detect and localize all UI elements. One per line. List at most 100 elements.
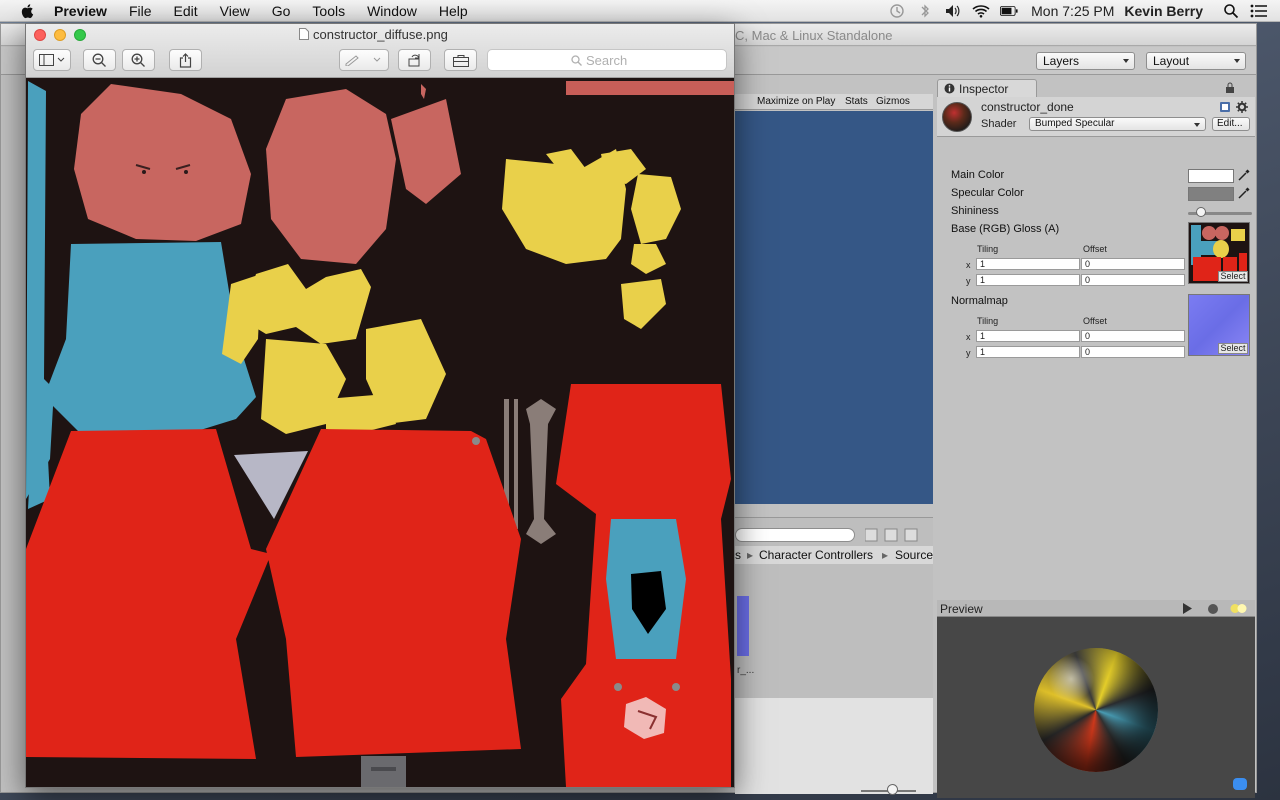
unity-window-title: C, Mac & Linux Standalone xyxy=(735,28,893,43)
material-preview-sphere[interactable] xyxy=(1034,648,1158,772)
maximize-on-play-toggle[interactable]: Maximize on Play xyxy=(757,96,835,107)
normal-offset-y-field[interactable]: 0 xyxy=(1081,346,1185,358)
game-view-canvas[interactable] xyxy=(735,111,933,504)
search-input[interactable]: Search xyxy=(487,49,727,71)
texture-image-view[interactable] xyxy=(26,79,734,787)
select-texture-button[interactable]: Select xyxy=(1218,271,1248,282)
zoom-window-button[interactable] xyxy=(74,29,86,41)
material-icon xyxy=(942,102,972,132)
light-toggle-icon[interactable] xyxy=(1230,603,1248,614)
main-color-swatch[interactable] xyxy=(1188,169,1234,183)
play-icon[interactable] xyxy=(1181,603,1193,614)
help-book-icon[interactable] xyxy=(1219,101,1231,113)
edit-shader-button[interactable]: Edit... xyxy=(1212,117,1250,131)
rotate-button[interactable] xyxy=(398,49,431,71)
breadcrumb-item[interactable]: Source xyxy=(895,548,933,562)
y-label: y xyxy=(966,276,971,286)
info-icon xyxy=(944,83,955,94)
inspector-panel: Inspector constructor_done Shader Bumped… xyxy=(937,79,1255,599)
normal-offset-x-field[interactable]: 0 xyxy=(1081,330,1185,342)
asset-thumbnail[interactable] xyxy=(737,596,749,656)
close-window-button[interactable] xyxy=(34,29,46,41)
toolbox-icon xyxy=(452,54,469,67)
tab-label: Inspector xyxy=(959,82,1009,96)
shininess-slider-knob[interactable] xyxy=(1195,207,1206,217)
menu-help[interactable]: Help xyxy=(428,3,479,19)
markup-button[interactable] xyxy=(339,49,389,71)
wifi-icon[interactable] xyxy=(972,3,990,19)
menu-clock[interactable]: Mon 7:25 PM xyxy=(1031,3,1114,19)
specular-color-swatch[interactable] xyxy=(1188,187,1234,201)
tiling-label: Tiling xyxy=(977,316,999,326)
search-icon xyxy=(571,55,582,66)
menu-window[interactable]: Window xyxy=(356,3,428,19)
gear-icon[interactable] xyxy=(1236,101,1248,113)
png-file-icon xyxy=(299,28,309,40)
layers-label: Layers xyxy=(1043,54,1080,68)
notification-center-icon[interactable] xyxy=(1250,3,1268,19)
bluetooth-icon[interactable] xyxy=(916,3,934,19)
menu-app-name[interactable]: Preview xyxy=(48,3,118,19)
thumbnail-size-slider-knob[interactable] xyxy=(887,784,898,795)
zoom-out-button[interactable] xyxy=(83,49,116,71)
inspector-header: constructor_done Shader Bumped Specular … xyxy=(937,97,1255,137)
spotlight-icon[interactable] xyxy=(1222,3,1240,19)
specular-color-label: Specular Color xyxy=(951,187,1024,199)
time-machine-icon[interactable] xyxy=(888,3,906,19)
layers-dropdown[interactable]: Layers xyxy=(1036,52,1135,70)
layout-dropdown[interactable]: Layout xyxy=(1146,52,1246,70)
shader-dropdown[interactable]: Bumped Specular xyxy=(1029,117,1206,131)
sphere-shape-icon[interactable] xyxy=(1207,603,1219,615)
normal-tiling-y-field[interactable]: 1 xyxy=(976,346,1080,358)
normalmap-texture-slot[interactable]: Select xyxy=(1188,294,1250,356)
zoom-in-button[interactable] xyxy=(122,49,155,71)
base-texture-slot[interactable]: Select xyxy=(1188,222,1250,284)
apple-menu-icon[interactable] xyxy=(20,3,36,19)
breadcrumb-separator: ▸ xyxy=(882,548,889,562)
breadcrumb-item[interactable]: s xyxy=(735,548,741,562)
gizmos-dropdown[interactable]: Gizmos xyxy=(876,96,910,107)
project-search-input[interactable] xyxy=(735,528,855,542)
menu-bar: Preview File Edit View Go Tools Window H… xyxy=(0,0,1280,22)
volume-icon[interactable] xyxy=(944,3,962,19)
sidebar-toggle-button[interactable] xyxy=(33,49,71,71)
base-offset-y-field[interactable]: 0 xyxy=(1081,274,1185,286)
menu-go[interactable]: Go xyxy=(261,3,302,19)
share-button[interactable] xyxy=(169,49,202,71)
stats-toggle[interactable]: Stats xyxy=(845,96,868,107)
y-label: y xyxy=(966,348,971,358)
rotate-icon xyxy=(408,53,420,66)
project-footer xyxy=(735,698,933,795)
eyedropper-icon[interactable] xyxy=(1237,168,1251,182)
game-view: Maximize on Play Stats Gizmos xyxy=(735,94,933,524)
breadcrumb-item[interactable]: Character Controllers xyxy=(759,548,873,562)
status-tray: Mon 7:25 PM Kevin Berry xyxy=(883,0,1280,22)
menu-user[interactable]: Kevin Berry xyxy=(1124,3,1203,19)
menu-view[interactable]: View xyxy=(209,3,261,19)
shader-label: Shader xyxy=(981,118,1017,130)
object-name: constructor_done xyxy=(981,100,1074,114)
minimize-window-button[interactable] xyxy=(54,29,66,41)
preview-label: Preview xyxy=(940,602,983,616)
zoom-out-icon xyxy=(92,53,106,67)
lock-icon[interactable] xyxy=(1225,82,1235,94)
preview-app-window: constructor_diffuse.png Search xyxy=(25,23,735,788)
toolbox-button[interactable] xyxy=(444,49,477,71)
x-label: x xyxy=(966,260,971,270)
menu-tools[interactable]: Tools xyxy=(301,3,356,19)
chevron-down-icon xyxy=(1123,59,1129,63)
normal-tiling-x-field[interactable]: 1 xyxy=(976,330,1080,342)
base-offset-x-field[interactable]: 0 xyxy=(1081,258,1185,270)
eyedropper-icon[interactable] xyxy=(1237,186,1251,200)
tab-inspector[interactable]: Inspector xyxy=(937,79,1037,97)
menu-file[interactable]: File xyxy=(118,3,163,19)
menu-edit[interactable]: Edit xyxy=(163,3,209,19)
project-filter-icons[interactable] xyxy=(865,528,925,542)
battery-icon[interactable] xyxy=(1000,3,1018,19)
base-tiling-x-field[interactable]: 1 xyxy=(976,258,1080,270)
base-tiling-y-field[interactable]: 1 xyxy=(976,274,1080,286)
select-normalmap-button[interactable]: Select xyxy=(1218,343,1248,354)
markup-pen-icon xyxy=(345,55,381,66)
chat-bubble-icon[interactable] xyxy=(1233,778,1247,790)
share-icon xyxy=(179,52,192,68)
